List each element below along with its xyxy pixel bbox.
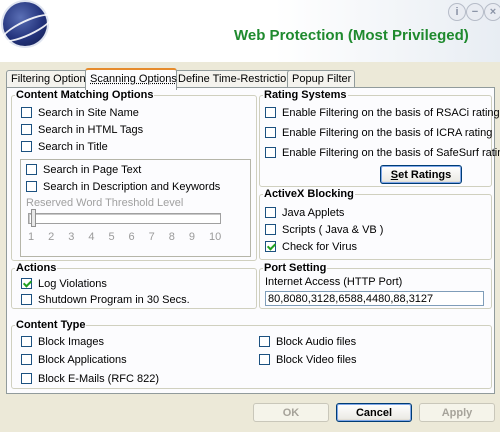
checkbox-label: Search in Site Name (38, 107, 139, 119)
ok-button[interactable]: OK (253, 403, 329, 422)
checkbox-label: Java Applets (282, 207, 345, 219)
checkbox-box[interactable] (21, 278, 32, 289)
tab-filtering-options[interactable]: Filtering Options (6, 70, 92, 88)
checkbox-box[interactable] (21, 354, 32, 365)
group-title: Actions (16, 262, 57, 274)
http-port-label: Internet Access (HTTP Port) (265, 276, 403, 288)
search-description-keywords-checkbox[interactable]: Search in Description and Keywords (26, 181, 220, 194)
threshold-tick-label: 6 (128, 231, 135, 243)
checkbox-label: Scripts ( Java & VB ) (282, 224, 384, 236)
group-title: Content Matching Options (16, 89, 154, 101)
checkbox-label: Enable Filtering on the basis of ICRA ra… (282, 127, 493, 139)
threshold-tick-label: 9 (188, 231, 195, 243)
checkbox-box[interactable] (21, 294, 32, 305)
checkbox-label: Search in Description and Keywords (43, 181, 221, 193)
block-audio-checkbox[interactable]: Block Audio files (259, 336, 356, 349)
checkbox-box[interactable] (21, 107, 32, 118)
header-banner: Web Protection (Most Privileged) i − × (0, 0, 500, 62)
checkbox-box[interactable] (259, 354, 270, 365)
checkbox-box[interactable] (265, 241, 276, 252)
checkbox-label: Enable Filtering on the basis of RSACi r… (282, 107, 500, 119)
checkbox-box[interactable] (21, 373, 32, 384)
threshold-slider-track[interactable] (28, 213, 221, 224)
threshold-tick-label: 7 (148, 231, 155, 243)
checkbox-label: Search in Title (38, 141, 108, 153)
search-title-checkbox[interactable]: Search in Title (21, 141, 108, 154)
checkbox-label: Check for Virus (282, 241, 357, 253)
threshold-tick-label: 2 (48, 231, 55, 243)
threshold-tick-label: 8 (168, 231, 175, 243)
group-title: Rating Systems (264, 89, 347, 101)
tab-label: Define Time-Restriction (178, 73, 293, 85)
tab-label: Scanning Options (90, 73, 177, 85)
window-title: Web Protection (Most Privileged) (234, 27, 469, 44)
checkbox-box[interactable] (21, 336, 32, 347)
globe-logo-icon (0, 2, 56, 48)
tab-popup-filter[interactable]: Popup Filter (287, 70, 355, 88)
dialog-body: Filtering Options Scanning Options Defin… (0, 62, 500, 432)
checkbox-box[interactable] (265, 207, 276, 218)
checkbox-label: Shutdown Program in 30 Secs. (38, 294, 190, 306)
checkbox-label: Search in HTML Tags (38, 124, 144, 136)
checkbox-label: Log Violations (38, 278, 107, 290)
tab-define-time-restriction[interactable]: Define Time-Restriction (173, 70, 293, 88)
button-label-suffix: et Ratings (398, 169, 452, 181)
checkbox-box[interactable] (21, 141, 32, 152)
checkbox-box[interactable] (26, 164, 37, 175)
checkbox-box[interactable] (21, 124, 32, 135)
checkbox-box[interactable] (26, 181, 37, 192)
checkbox-box[interactable] (259, 336, 270, 347)
threshold-tick-labels: 1 2 3 4 5 6 7 8 9 10 (28, 231, 222, 245)
close-icon[interactable]: × (484, 3, 500, 21)
checkbox-label: Block Video files (276, 354, 357, 366)
group-title: Content Type (16, 319, 86, 331)
checkbox-box[interactable] (265, 224, 276, 235)
threshold-tick-label: 3 (68, 231, 75, 243)
set-ratings-button[interactable]: Set Ratings (380, 165, 462, 184)
tab-scanning-options[interactable]: Scanning Options (85, 68, 177, 90)
threshold-slider-thumb[interactable] (31, 209, 36, 227)
java-applets-checkbox[interactable]: Java Applets (265, 207, 344, 220)
tab-page-scanning-options: Content Matching Options Search in Site … (6, 87, 500, 394)
tab-label: Popup Filter (292, 73, 352, 85)
cancel-button[interactable]: Cancel (336, 403, 412, 422)
info-icon[interactable]: i (448, 3, 466, 21)
group-title: ActiveX Blocking (264, 188, 354, 200)
apply-button[interactable]: Apply (419, 403, 495, 422)
threshold-tick-label: 4 (88, 231, 95, 243)
block-video-checkbox[interactable]: Block Video files (259, 354, 357, 367)
log-violations-checkbox[interactable]: Log Violations (21, 278, 107, 291)
threshold-label: Reserved Word Threshold Level (26, 197, 184, 209)
search-page-text-checkbox[interactable]: Search in Page Text (26, 164, 141, 177)
block-emails-checkbox[interactable]: Block E-Mails (RFC 822) (21, 373, 159, 386)
checkbox-label: Block Applications (38, 354, 127, 366)
checkbox-label: Block Images (38, 336, 105, 348)
checkbox-label: Block Audio files (276, 336, 357, 348)
block-applications-checkbox[interactable]: Block Applications (21, 354, 127, 367)
threshold-tick-label: 10 (209, 231, 222, 243)
threshold-tick-label: 5 (108, 231, 115, 243)
tab-label: Filtering Options (11, 73, 92, 85)
scripts-checkbox[interactable]: Scripts ( Java & VB ) (265, 224, 383, 237)
icra-rating-checkbox[interactable]: Enable Filtering on the basis of ICRA ra… (265, 127, 492, 140)
checkbox-box[interactable] (265, 127, 276, 138)
minimize-icon[interactable]: − (466, 3, 484, 21)
search-site-name-checkbox[interactable]: Search in Site Name (21, 107, 139, 120)
threshold-tick-label: 1 (28, 231, 35, 243)
rsaci-rating-checkbox[interactable]: Enable Filtering on the basis of RSACi r… (265, 107, 500, 120)
checkbox-label: Enable Filtering on the basis of SafeSur… (282, 147, 500, 159)
button-label-mnemonic: S (390, 169, 399, 181)
safesurf-rating-checkbox[interactable]: Enable Filtering on the basis of SafeSur… (265, 147, 500, 160)
block-images-checkbox[interactable]: Block Images (21, 336, 104, 349)
search-html-tags-checkbox[interactable]: Search in HTML Tags (21, 124, 143, 137)
http-port-input[interactable]: 80,8080,3128,6588,4480,88,3127 (265, 291, 484, 306)
check-for-virus-checkbox[interactable]: Check for Virus (265, 241, 357, 254)
checkbox-box[interactable] (265, 107, 276, 118)
checkbox-box[interactable] (265, 147, 276, 158)
checkbox-label: Block E-Mails (RFC 822) (38, 373, 160, 385)
shutdown-program-checkbox[interactable]: Shutdown Program in 30 Secs. (21, 294, 190, 307)
group-title: Port Setting (264, 262, 327, 274)
checkbox-label: Search in Page Text (43, 164, 142, 176)
